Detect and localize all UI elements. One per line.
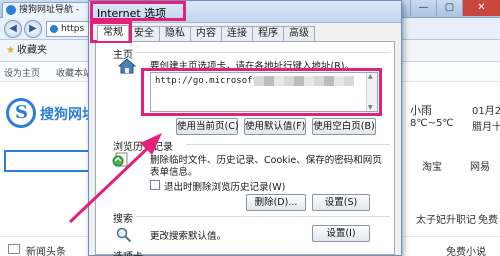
date-text: 01月2 [472, 106, 500, 117]
tab-content[interactable]: 内容 [190, 26, 222, 41]
minimize-button[interactable]: — [410, 0, 436, 16]
tab-connections[interactable]: 连接 [221, 26, 253, 41]
back-button[interactable]: ◀ [4, 20, 22, 38]
sogou-logo-icon [6, 98, 36, 128]
free-novel-tab[interactable]: 免费小说 [446, 243, 486, 256]
magnifier-icon [116, 227, 132, 243]
close-button[interactable]: ✕ [462, 0, 500, 16]
weather-condition: 小雨 [410, 104, 432, 117]
tab-privacy[interactable]: 隐私 [159, 26, 191, 41]
site-icon [50, 25, 58, 33]
history-settings-button[interactable]: 设置(S) [312, 194, 370, 211]
bookmark-site-link[interactable]: 收藏本站 [56, 66, 92, 79]
search-description: 更改搜索默认值。 [150, 231, 227, 242]
lunar-date: 腊月十 [472, 122, 500, 133]
search-group-label: 搜索 [113, 214, 133, 225]
tab-programs[interactable]: 程序 [252, 26, 284, 41]
history-group-line [186, 144, 390, 145]
browser-tab-title: 搜狗网址导航 - [19, 5, 80, 15]
news-headline-tab[interactable]: 新闻头条 [26, 243, 66, 256]
side-link-novel[interactable]: 太子妃升职记 [416, 211, 476, 226]
favorites-label: 收藏夹 [16, 45, 47, 56]
nav-link-taobao[interactable]: 淘宝 [422, 158, 442, 173]
sogou-favicon [6, 5, 16, 15]
homepage-highlight-box [141, 68, 382, 116]
delete-on-exit-checkbox[interactable] [150, 180, 160, 190]
side-link-free[interactable]: 免费 [478, 211, 498, 226]
use-default-button[interactable]: 使用默认值(F) [244, 118, 306, 135]
tab-security[interactable]: 安全 [128, 26, 160, 41]
star-icon: ★ [6, 45, 15, 56]
nav-link-netease[interactable]: 网易 [470, 158, 490, 173]
weather-temperature: 8℃~5℃ [410, 118, 454, 129]
homepage-group-line [134, 52, 390, 53]
delete-history-button[interactable]: 删除(D)... [246, 194, 306, 211]
set-homepage-link[interactable]: 设为主页 [4, 66, 40, 79]
tabs-group-label: 选项卡 [113, 248, 143, 256]
delete-on-exit-label[interactable]: 退出时删除浏览历史记录(W) [164, 179, 285, 193]
search-group-line [136, 216, 390, 217]
browser-tab[interactable]: 搜狗网址导航 - [2, 2, 92, 18]
window-controls: — ▢ ✕ [410, 0, 500, 16]
house-icon [118, 58, 136, 74]
history-description-2: 表单信息。 [150, 167, 198, 178]
address-text: https [61, 24, 85, 34]
title-highlight-box [90, 1, 186, 21]
tab-general[interactable]: 常规 [97, 25, 129, 41]
tab-advanced[interactable]: 高级 [283, 26, 315, 41]
news-icon [8, 244, 20, 254]
search-settings-button[interactable]: 设置(I) [312, 225, 370, 242]
use-blank-button[interactable]: 使用空白页(B) [312, 118, 376, 135]
page-search-box[interactable] [4, 150, 94, 172]
use-current-button[interactable]: 使用当前页(C) [176, 118, 239, 135]
history-icon [112, 152, 128, 167]
forward-button[interactable]: ▶ [24, 20, 42, 38]
maximize-button[interactable]: ▢ [436, 0, 462, 16]
favorites-button[interactable]: ★ 收藏夹 [6, 43, 47, 59]
